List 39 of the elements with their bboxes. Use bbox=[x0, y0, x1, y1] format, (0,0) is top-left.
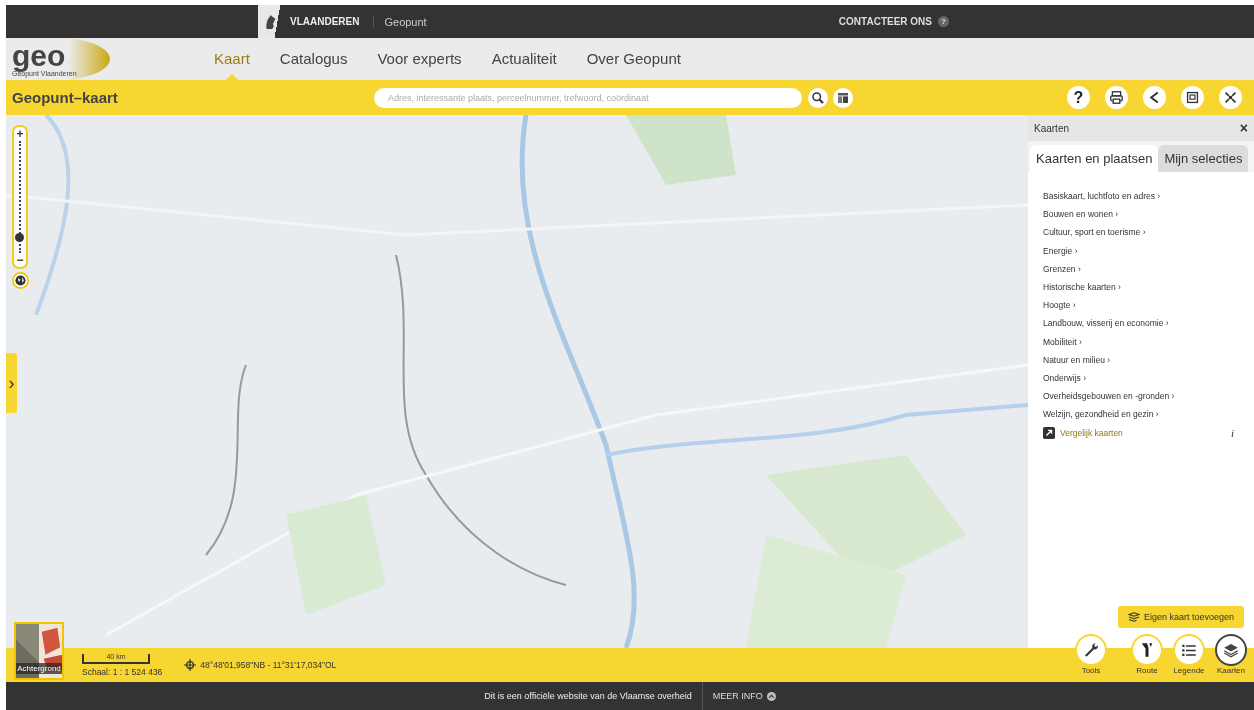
contact-link[interactable]: CONTACTEER ONS bbox=[838, 16, 932, 27]
page-title: Geopunt–kaart bbox=[12, 89, 119, 106]
panel-tab[interactable]: Kaarten en plaatsen bbox=[1030, 145, 1159, 172]
tool-label: Tools bbox=[1081, 666, 1101, 675]
category-link[interactable]: Cultuur, sport en toerisme › bbox=[1043, 223, 1254, 242]
close-button[interactable]: × bbox=[1239, 120, 1248, 136]
site-name[interactable]: Geopunt bbox=[373, 15, 427, 28]
category-link[interactable]: Basiskaart, luchtfoto en adres › bbox=[1043, 187, 1254, 206]
help-badge[interactable]: ? bbox=[938, 16, 949, 27]
category-link[interactable]: Welzijn, gezondheid en gezin › bbox=[1043, 405, 1254, 424]
tool-label: Route bbox=[1136, 666, 1158, 675]
category-link[interactable]: Historische kaarten › bbox=[1043, 277, 1254, 297]
scale-text: Schaal: 1 : 1 524 436 bbox=[82, 666, 163, 677]
search-field[interactable]: Adres, interessante plaats, perceelnummer, trefwoord, coördinaat bbox=[374, 87, 802, 108]
tool-label: Kaarten bbox=[1217, 666, 1245, 675]
add-map-button[interactable]: Eigen kaart toevoegen bbox=[1117, 606, 1244, 628]
category-link[interactable]: Onderwijs › bbox=[1043, 368, 1254, 388]
category-link[interactable]: Grenzen › bbox=[1043, 259, 1254, 278]
info-icon[interactable]: i bbox=[1230, 427, 1234, 440]
category-link[interactable]: Mobiliteit › bbox=[1043, 332, 1254, 351]
panel-tab[interactable]: Mijn selecties bbox=[1158, 145, 1249, 172]
category-link[interactable]: Bouwen en wonen › bbox=[1043, 205, 1254, 224]
panel-title: Kaarten bbox=[1034, 122, 1070, 134]
nav-tab[interactable]: Over Geopunt bbox=[586, 38, 681, 80]
more-info-link[interactable]: MEER INFO bbox=[712, 691, 763, 701]
footer-text: Dit is een officiële website van de Vlaamse overheid bbox=[484, 682, 703, 710]
category-link[interactable]: Natuur en milieu › bbox=[1043, 350, 1254, 369]
coordinates: 48°48'01,958"NB - 11°31'17,034"OL bbox=[200, 660, 337, 670]
nav-tab[interactable]: Voor experts bbox=[377, 38, 462, 80]
category-link[interactable]: Landbouw, visserij en economie › bbox=[1043, 314, 1254, 333]
background-label[interactable]: Achtergrond bbox=[16, 663, 62, 674]
category-link[interactable]: Overheidsgebouwen en -gronden › bbox=[1043, 387, 1254, 406]
nav-tab[interactable]: Catalogus bbox=[279, 38, 348, 80]
compare-link[interactable]: Vergelijk kaarten bbox=[1060, 428, 1123, 439]
category-link[interactable]: Hoogte › bbox=[1043, 296, 1254, 315]
help-button[interactable]: ? bbox=[1067, 86, 1090, 109]
category-link[interactable]: Energie › bbox=[1043, 241, 1254, 260]
tool-label: Legende bbox=[1173, 666, 1205, 675]
nav-tab[interactable]: Actualiteit bbox=[491, 38, 557, 80]
